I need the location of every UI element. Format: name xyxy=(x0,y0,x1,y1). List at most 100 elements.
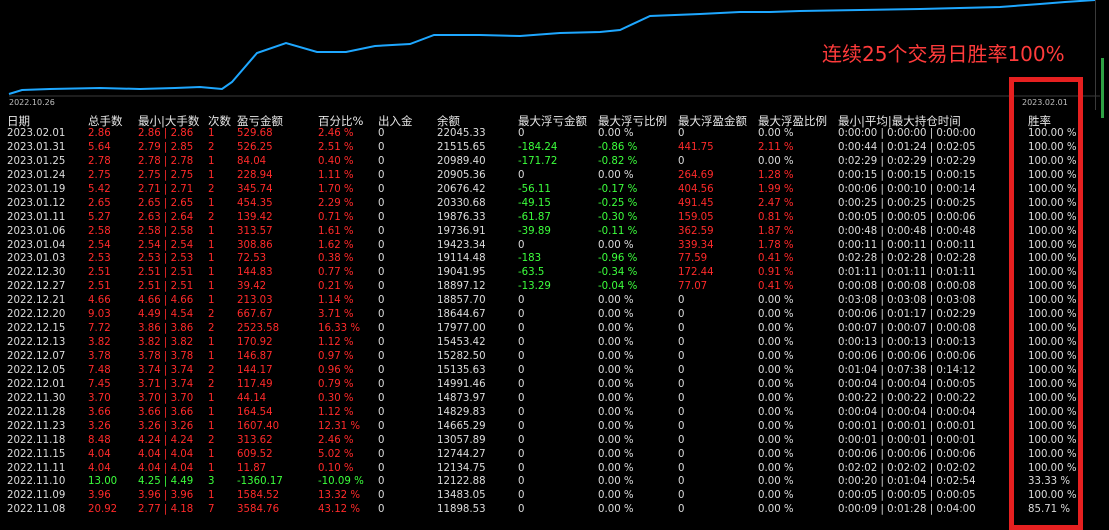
row-pnl: 11.87 xyxy=(237,462,267,474)
row-pnl: 3584.76 xyxy=(237,504,280,516)
row-date: 2023.01.25 xyxy=(7,155,66,167)
row-balance: 13057.89 xyxy=(437,434,486,446)
row-pnl: 164.54 xyxy=(237,406,273,418)
row-max-float-loss-ratio: 0.00 % xyxy=(598,364,634,376)
row-pnl: 213.03 xyxy=(237,295,273,307)
row-date: 2022.12.01 xyxy=(7,378,66,390)
table-row[interactable]: 2023.01.19 5.42 2.71 | 2.71 2 345.74 1.70 % 0 2… xyxy=(0,183,1109,197)
row-max-float-loss: 0 xyxy=(518,309,525,321)
table-row[interactable]: 2022.11.30 3.70 3.70 | 3.70 1 44.14 0.30 % 0 14… xyxy=(0,392,1109,406)
row-percent: 1.12 % xyxy=(318,406,354,418)
row-max-float-profit-ratio: 0.00 % xyxy=(758,392,794,404)
row-min-max-lots: 2.53 | 2.53 xyxy=(138,253,194,265)
row-balance: 15282.50 xyxy=(437,351,486,362)
row-count: 1 xyxy=(208,239,215,251)
row-min-max-lots: 2.86 | 2.86 xyxy=(138,128,194,139)
table-row[interactable]: 2023.01.12 2.65 2.65 | 2.65 1 454.35 2.29 % 0 2… xyxy=(0,197,1109,211)
row-deposit-withdraw: 0 xyxy=(378,392,385,404)
scroll-indicator xyxy=(1101,58,1104,118)
row-max-float-profit: 0 xyxy=(678,128,685,139)
row-total-lots: 2.58 xyxy=(88,225,111,237)
row-percent: 1.61 % xyxy=(318,225,354,237)
table-row[interactable]: 2022.11.08 20.92 2.77 | 4.18 7 3584.76 43.12 … xyxy=(0,503,1109,517)
table-row[interactable]: 2023.01.04 2.54 2.54 | 2.54 1 308.86 1.62 % 0 1… xyxy=(0,239,1109,253)
table-row[interactable]: 2022.11.18 8.48 4.24 | 4.24 2 313.62 2.46 % 0 1… xyxy=(0,434,1109,448)
table-row[interactable]: 2022.12.20 9.03 4.49 | 4.54 2 667.67 3.71 % 0 1… xyxy=(0,308,1109,322)
table-row[interactable]: 2022.11.10 13.00 4.25 | 4.49 3 -1360.17 -10.0… xyxy=(0,475,1109,489)
table-row[interactable]: 2022.12.01 7.45 3.71 | 3.74 2 117.49 0.79 % 0 1… xyxy=(0,378,1109,392)
row-deposit-withdraw: 0 xyxy=(378,420,385,432)
row-hold-time: 0:00:11 | 0:00:11 | 0:00:11 xyxy=(838,239,976,251)
row-max-float-profit-ratio: 0.00 % xyxy=(758,448,794,460)
table-row[interactable]: 2022.11.15 4.04 4.04 | 4.04 1 609.52 5.02 % 0 1… xyxy=(0,448,1109,462)
row-percent: 3.71 % xyxy=(318,309,354,321)
table-row[interactable]: 2022.12.13 3.82 3.82 | 3.82 1 170.92 1.12 % 0 1… xyxy=(0,336,1109,350)
row-total-lots: 4.04 xyxy=(88,448,111,460)
row-deposit-withdraw: 0 xyxy=(378,267,385,279)
row-max-float-profit-ratio: 0.91 % xyxy=(758,267,794,279)
row-percent: 1.70 % xyxy=(318,183,354,195)
row-min-max-lots: 2.77 | 4.18 xyxy=(138,504,194,516)
row-deposit-withdraw: 0 xyxy=(378,476,385,488)
row-max-float-profit-ratio: 0.00 % xyxy=(758,337,794,349)
table-row[interactable]: 2022.11.11 4.04 4.04 | 4.04 1 11.87 0.10 % 0 12… xyxy=(0,462,1109,476)
row-pnl: 313.57 xyxy=(237,225,273,237)
row-percent: 0.30 % xyxy=(318,392,354,404)
row-pnl: 139.42 xyxy=(237,211,273,223)
table-row[interactable]: 2022.11.09 3.96 3.96 | 3.96 1 1584.52 13.32 %… xyxy=(0,489,1109,503)
row-min-max-lots: 4.04 | 4.04 xyxy=(138,448,194,460)
row-total-lots: 4.04 xyxy=(88,462,111,474)
row-total-lots: 5.27 xyxy=(88,211,111,223)
table-row[interactable]: 2022.12.30 2.51 2.51 | 2.51 1 144.83 0.77 % 0 1… xyxy=(0,266,1109,280)
row-percent: 1.11 % xyxy=(318,169,354,181)
row-balance: 19041.95 xyxy=(437,267,486,279)
row-max-float-profit: 0 xyxy=(678,490,685,502)
table-row[interactable]: 2022.12.21 4.66 4.66 | 4.66 1 213.03 1.14 % 0 1… xyxy=(0,294,1109,308)
table-row[interactable]: 2023.01.31 5.64 2.79 | 2.85 2 526.25 2.51 % 0 2… xyxy=(0,141,1109,155)
table-row[interactable]: 2022.12.05 7.48 3.74 | 3.74 2 144.17 0.96 % 0 1… xyxy=(0,364,1109,378)
row-count: 7 xyxy=(208,504,215,516)
row-total-lots: 3.70 xyxy=(88,392,111,404)
row-total-lots: 20.92 xyxy=(88,504,118,516)
row-date: 2022.11.18 xyxy=(7,434,66,446)
row-total-lots: 4.66 xyxy=(88,295,111,307)
table-row[interactable]: 2023.01.25 2.78 2.78 | 2.78 1 84.04 0.40 % 0 20… xyxy=(0,155,1109,169)
row-date: 2023.01.11 xyxy=(7,211,66,223)
chart-right-border xyxy=(1095,0,1096,110)
row-deposit-withdraw: 0 xyxy=(378,378,385,390)
table-row[interactable]: 2022.12.15 7.72 3.86 | 3.86 2 2523.58 16.33 %… xyxy=(0,322,1109,336)
row-max-float-loss-ratio: 0.00 % xyxy=(598,392,634,404)
row-max-float-profit: 0 xyxy=(678,448,685,460)
row-max-float-profit-ratio: 1.78 % xyxy=(758,239,794,251)
row-max-float-loss-ratio: -0.04 % xyxy=(598,281,638,293)
row-max-float-loss-ratio: 0.00 % xyxy=(598,378,634,390)
table-row[interactable]: 2022.11.23 3.26 3.26 | 3.26 1 1607.40 12.31 %… xyxy=(0,420,1109,434)
row-total-lots: 13.00 xyxy=(88,476,118,488)
table-row[interactable]: 2023.01.24 2.75 2.75 | 2.75 1 228.94 1.11 % 0 2… xyxy=(0,169,1109,183)
row-deposit-withdraw: 0 xyxy=(378,211,385,223)
row-max-float-profit: 0 xyxy=(678,295,685,307)
row-max-float-profit: 0 xyxy=(678,323,685,335)
row-count: 1 xyxy=(208,197,215,209)
table-row[interactable]: 2023.01.11 5.27 2.63 | 2.64 2 139.42 0.71 % 0 1… xyxy=(0,211,1109,225)
row-max-float-loss: -49.15 xyxy=(518,197,551,209)
row-total-lots: 3.82 xyxy=(88,337,111,349)
row-max-float-profit-ratio: 0.00 % xyxy=(758,295,794,307)
row-balance: 18857.70 xyxy=(437,295,486,307)
row-count: 1 xyxy=(208,392,215,404)
row-max-float-loss: -184.24 xyxy=(518,141,558,153)
table-row[interactable]: 2022.12.07 3.78 3.78 | 3.78 1 146.87 0.97 % 0 1… xyxy=(0,350,1109,364)
row-max-float-profit: 441.75 xyxy=(678,141,714,153)
row-hold-time: 0:00:08 | 0:00:08 | 0:00:08 xyxy=(838,281,976,293)
table-row[interactable]: 2023.02.01 2.86 2.86 | 2.86 1 529.68 2.46 % 0 2… xyxy=(0,127,1109,141)
table-row[interactable]: 2023.01.06 2.58 2.58 | 2.58 1 313.57 1.61 % 0 1… xyxy=(0,225,1109,239)
row-max-float-profit-ratio: 0.00 % xyxy=(758,420,794,432)
row-deposit-withdraw: 0 xyxy=(378,351,385,362)
row-total-lots: 3.78 xyxy=(88,351,111,362)
table-row[interactable]: 2022.12.27 2.51 2.51 | 2.51 1 39.42 0.21 % 0 18… xyxy=(0,280,1109,294)
table-row[interactable]: 2023.01.03 2.53 2.53 | 2.53 1 72.53 0.38 % 0 19… xyxy=(0,252,1109,266)
row-pnl: 667.67 xyxy=(237,309,273,321)
row-min-max-lots: 2.54 | 2.54 xyxy=(138,239,194,251)
table-row[interactable]: 2022.11.28 3.66 3.66 | 3.66 1 164.54 1.12 % 0 1… xyxy=(0,406,1109,420)
row-max-float-loss: 0 xyxy=(518,448,525,460)
